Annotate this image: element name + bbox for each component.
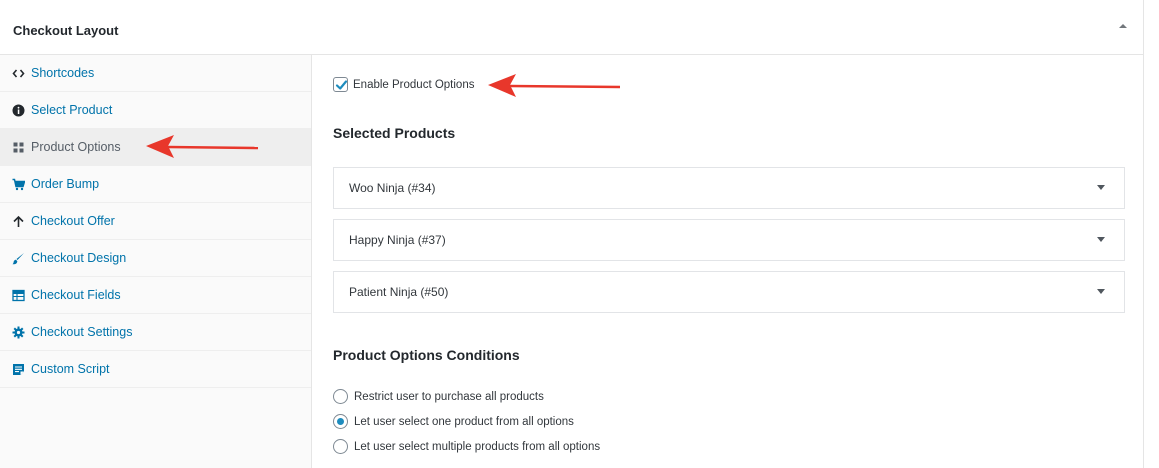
selected-products-title: Selected Products	[333, 125, 456, 141]
enable-product-options-checkbox[interactable]	[333, 77, 348, 92]
enable-product-options-label: Enable Product Options	[353, 78, 475, 91]
code-icon	[12, 67, 25, 80]
cart-icon	[12, 178, 25, 191]
sidebar-item-checkout-offer[interactable]: Checkout Offer	[0, 203, 311, 240]
sidebar-item-checkout-fields[interactable]: Checkout Fields	[0, 277, 311, 314]
grid-icon	[12, 141, 25, 154]
sidebar-item-select-product[interactable]: Select Product	[0, 92, 311, 129]
sidebar-item-label: Checkout Design	[31, 251, 127, 265]
condition-select-multiple[interactable]: Let user select multiple products from a…	[333, 439, 600, 454]
condition-radio[interactable]	[333, 389, 348, 404]
condition-label: Let user select one product from all opt…	[354, 415, 574, 428]
condition-select-one[interactable]: Let user select one product from all opt…	[333, 414, 574, 429]
arrow-up-icon	[12, 215, 25, 228]
brush-icon	[12, 252, 25, 265]
sidebar-item-label: Select Product	[31, 103, 113, 117]
sidebar-item-label: Custom Script	[31, 362, 110, 376]
enable-product-options-row[interactable]: Enable Product Options	[333, 77, 474, 92]
sidebar: Shortcodes Select Product Product Option…	[0, 55, 312, 468]
annotation-arrow-product-options	[144, 132, 260, 160]
sidebar-item-checkout-design[interactable]: Checkout Design	[0, 240, 311, 277]
sidebar-item-label: Shortcodes	[31, 66, 95, 80]
product-item-woo-ninja[interactable]: Woo Ninja (#34)	[333, 167, 1125, 209]
gear-icon	[12, 326, 25, 339]
product-name: Happy Ninja (#37)	[349, 233, 446, 247]
condition-restrict-all[interactable]: Restrict user to purchase all products	[333, 389, 544, 404]
sidebar-item-label: Checkout Fields	[31, 288, 121, 302]
panel-title: Checkout Layout	[13, 23, 119, 38]
condition-radio[interactable]	[333, 439, 348, 454]
sidebar-item-label: Product Options	[31, 140, 121, 154]
caret-down-icon[interactable]	[1097, 237, 1105, 243]
sidebar-item-label: Checkout Offer	[31, 214, 115, 228]
sidebar-item-checkout-settings[interactable]: Checkout Settings	[0, 314, 311, 351]
script-icon	[12, 363, 25, 376]
product-options-conditions-title: Product Options Conditions	[333, 347, 520, 363]
caret-down-icon[interactable]	[1097, 289, 1105, 295]
caret-up-icon[interactable]	[1118, 21, 1128, 31]
sidebar-item-order-bump[interactable]: Order Bump	[0, 166, 311, 203]
sidebar-item-custom-script[interactable]: Custom Script	[0, 351, 311, 388]
product-name: Woo Ninja (#34)	[349, 181, 436, 195]
sidebar-item-label: Order Bump	[31, 177, 100, 191]
condition-radio[interactable]	[333, 414, 348, 429]
condition-label: Restrict user to purchase all products	[354, 390, 544, 403]
caret-down-icon[interactable]	[1097, 185, 1105, 191]
sidebar-item-label: Checkout Settings	[31, 325, 133, 339]
product-options-content: Enable Product Options Selected Products…	[313, 55, 1144, 468]
annotation-arrow-enable	[486, 71, 622, 99]
product-item-patient-ninja[interactable]: Patient Ninja (#50)	[333, 271, 1125, 313]
panel-header: Checkout Layout	[0, 0, 1143, 55]
condition-label: Let user select multiple products from a…	[354, 440, 601, 453]
product-item-happy-ninja[interactable]: Happy Ninja (#37)	[333, 219, 1125, 261]
info-icon	[12, 104, 25, 117]
sidebar-item-shortcodes[interactable]: Shortcodes	[0, 55, 311, 92]
table-icon	[12, 289, 25, 302]
product-name: Patient Ninja (#50)	[349, 285, 449, 299]
